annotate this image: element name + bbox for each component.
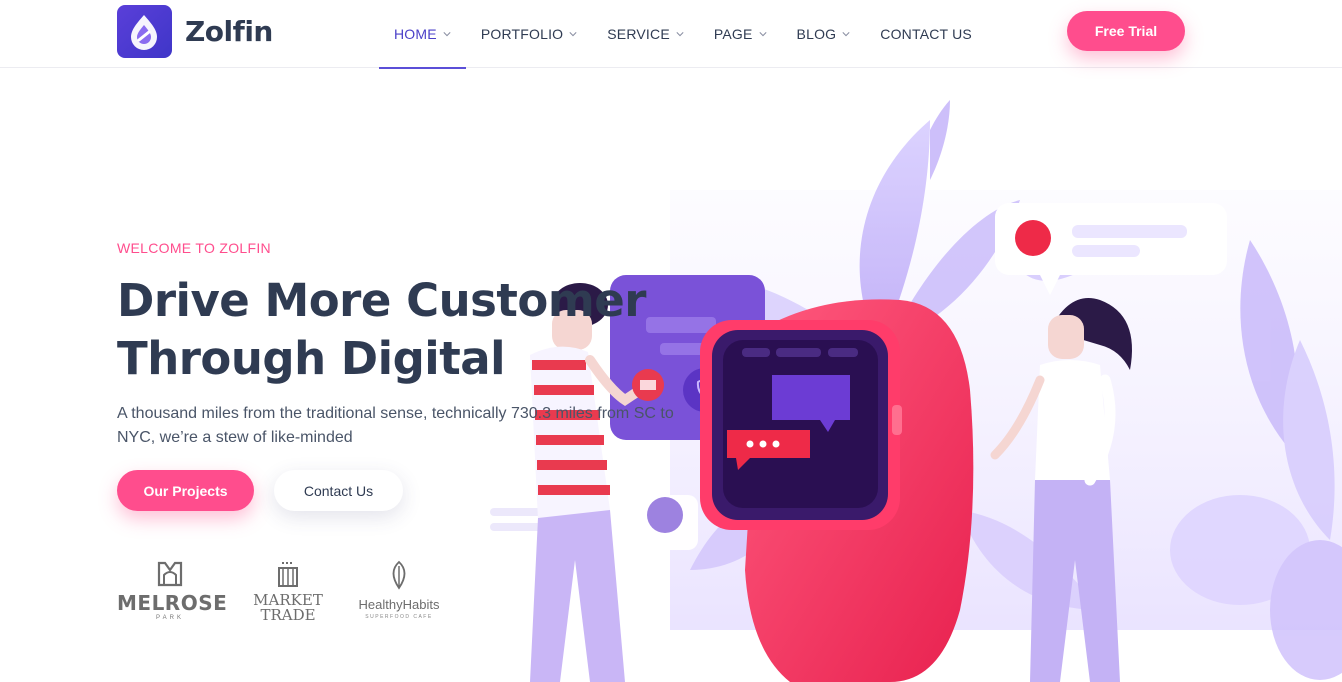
partner-name-line-2: TRADE — [260, 606, 316, 624]
logo[interactable]: Zolfin — [117, 5, 273, 58]
partner-sub: PARK — [156, 615, 184, 621]
leaf-icon — [392, 560, 406, 590]
partner-name: MELROSE — [117, 591, 228, 615]
partner-logo-healthyhabits: HealthyHabits SUPERFOOD CAFE — [351, 560, 447, 620]
nav-item-label: PAGE — [713, 26, 753, 42]
chevron-down-icon — [676, 32, 684, 37]
partner-name: HealthyHabits — [358, 597, 440, 612]
chevron-down-icon — [842, 32, 850, 37]
our-projects-button[interactable]: Our Projects — [117, 470, 254, 511]
logo-text: Zolfin — [185, 15, 273, 48]
nav-item-blog[interactable]: BLOG — [782, 0, 866, 68]
nav-item-contact-us[interactable]: CONTACT US — [865, 0, 987, 68]
nav-item-label: CONTACT US — [880, 26, 972, 42]
headline-line-2: Through Digital — [117, 332, 506, 385]
nav-item-label: PORTFOLIO — [480, 26, 564, 42]
headline-line-1: Drive More Customer — [117, 274, 646, 327]
partner-sub: SUPERFOOD CAFE — [365, 614, 433, 620]
free-trial-button[interactable]: Free Trial — [1067, 11, 1185, 51]
main-nav: HOME PORTFOLIO SERVICE PAGE BLOG CONTACT… — [379, 0, 987, 69]
nav-item-label: SERVICE — [607, 26, 670, 42]
hero-headline: Drive More Customer Through Digital — [117, 272, 717, 388]
nav-item-page[interactable]: PAGE — [699, 0, 782, 68]
hero-subtext: A thousand miles from the traditional se… — [117, 405, 674, 446]
chevron-down-icon — [758, 32, 767, 37]
nav-item-label: BLOG — [796, 26, 837, 42]
nav-item-label: HOME — [394, 26, 437, 42]
logo-icon — [117, 5, 172, 58]
nav-item-home[interactable]: HOME — [379, 0, 466, 69]
contact-us-button[interactable]: Contact Us — [274, 470, 403, 511]
chevron-down-icon — [569, 32, 577, 37]
storefront-icon — [278, 562, 298, 587]
crown-icon — [157, 561, 183, 587]
partner-logo-market-trade: MARKET TRADE — [250, 560, 326, 623]
site-header: Zolfin HOME PORTFOLIO SERVICE PAGE BLOG … — [0, 0, 1342, 69]
nav-item-portfolio[interactable]: PORTFOLIO — [466, 0, 592, 68]
chevron-down-icon — [443, 32, 451, 37]
hero-eyebrow: WELCOME TO ZOLFIN — [117, 240, 271, 256]
partner-logo-melrose: MELROSE PARK — [117, 560, 228, 621]
nav-item-service[interactable]: SERVICE — [592, 0, 699, 68]
